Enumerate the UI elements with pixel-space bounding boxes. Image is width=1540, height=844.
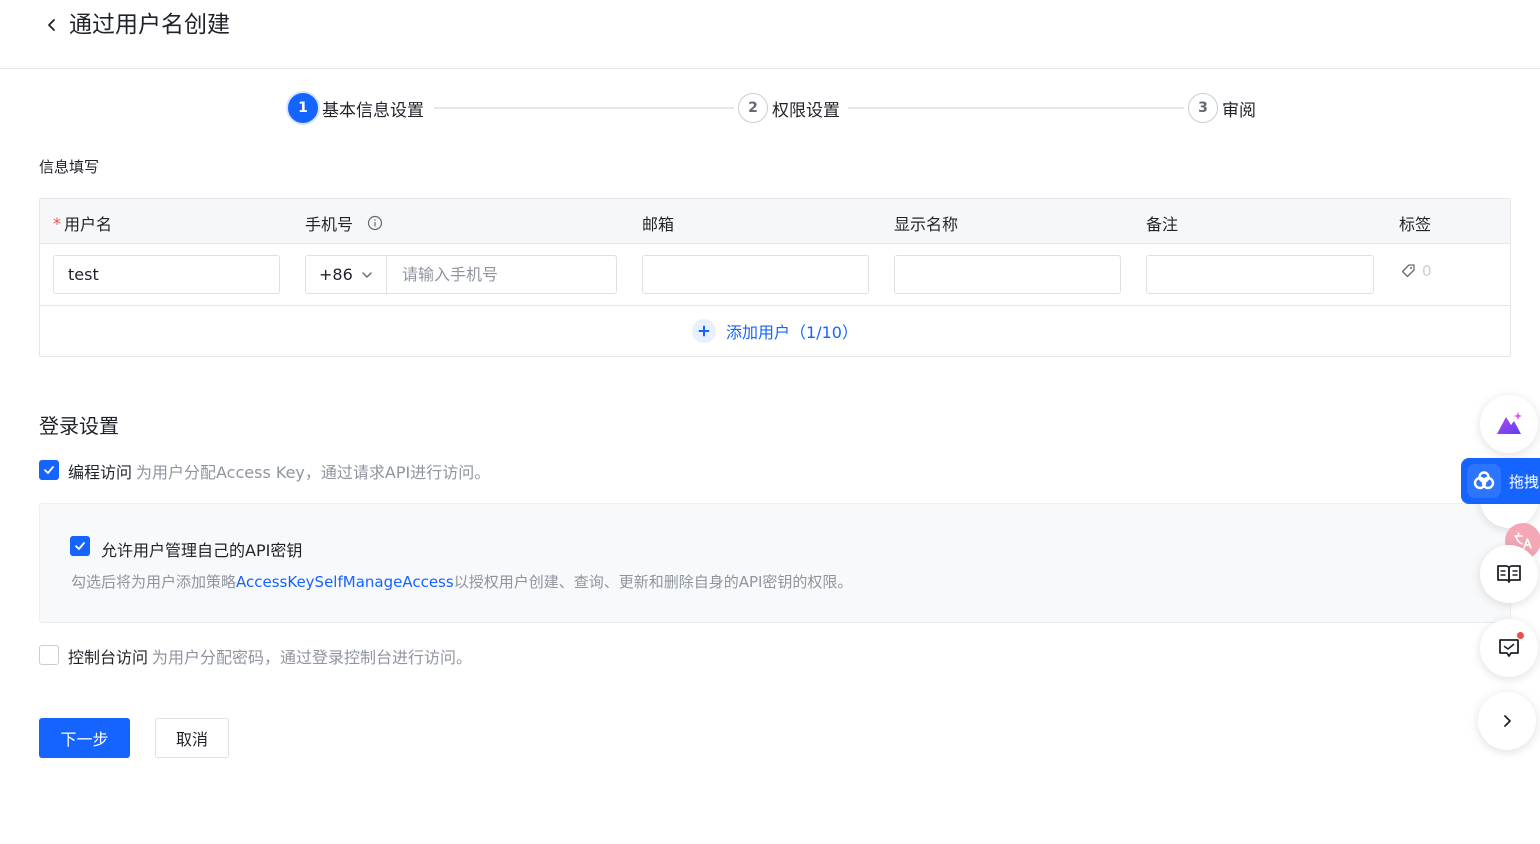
self-manage-key-title: 允许用户管理自己的API密钥 — [101, 541, 303, 560]
ai-assistant-icon — [1497, 412, 1522, 434]
docs-button[interactable] — [1480, 545, 1538, 603]
step-label: 权限设置 — [772, 100, 840, 121]
tag-icon — [1401, 264, 1415, 278]
step-label: 基本信息设置 — [322, 100, 424, 121]
column-remark: 备注 — [1146, 215, 1179, 234]
steps-bar: 1 基本信息设置 2 权限设置 3 审阅 — [288, 93, 1268, 125]
user-info-table: * 用户名 手机号 邮箱 显示名称 备注 标签 test +86 0 添加用户（… — [39, 198, 1511, 357]
step-permissions: 2 权限设置 — [738, 93, 840, 123]
policy-link[interactable]: AccessKeySelfManageAccess — [236, 573, 454, 591]
page-title: 通过用户名创建 — [69, 12, 230, 38]
console-access-option: 控制台访问 为用户分配密码，通过登录控制台进行访问。 — [68, 644, 472, 668]
add-user-button[interactable]: 添加用户（1/10） — [40, 305, 1510, 356]
drag-handle[interactable]: 拖拽 — [1461, 458, 1540, 504]
login-settings-title: 登录设置 — [39, 414, 119, 438]
self-manage-key-description: 勾选后将为用户添加策略AccessKeySelfManageAccess以授权用… — [71, 571, 852, 592]
option-title: 编程访问 — [68, 463, 133, 482]
tag-count: 0 — [1422, 262, 1432, 280]
cancel-button[interactable]: 取消 — [155, 718, 229, 758]
column-phone: 手机号 — [305, 211, 383, 235]
option-title: 控制台访问 — [68, 648, 149, 667]
feedback-button[interactable] — [1480, 619, 1538, 677]
step-number: 1 — [288, 93, 318, 123]
chevron-down-icon — [362, 271, 372, 278]
chevron-left-icon[interactable] — [42, 15, 62, 35]
remark-input[interactable] — [1146, 255, 1374, 294]
ai-assistant-button[interactable] — [1480, 395, 1538, 453]
column-label: 手机号 — [305, 215, 354, 234]
check-icon — [44, 466, 54, 474]
column-tags: 标签 — [1399, 215, 1432, 234]
check-icon — [75, 542, 85, 550]
column-email: 邮箱 — [642, 215, 675, 234]
programmatic-access-panel: 允许用户管理自己的API密钥 勾选后将为用户添加策略AccessKeySelfM… — [39, 503, 1511, 623]
drag-label: 拖拽 — [1509, 472, 1540, 491]
description-suffix: 以授权用户创建、查询、更新和删除自身的API密钥的权限。 — [453, 573, 853, 591]
step-number: 3 — [1188, 93, 1218, 123]
add-user-label: 添加用户（1/10） — [726, 323, 858, 342]
country-code-select[interactable]: +86 — [306, 256, 387, 293]
phone-field: +86 — [305, 255, 617, 294]
cloud-icon — [1467, 464, 1501, 498]
column-label: 用户名 — [64, 215, 113, 234]
tag-editor[interactable]: 0 — [1400, 262, 1432, 280]
console-access-checkbox[interactable] — [39, 645, 59, 665]
programmatic-access-option: 编程访问 为用户分配Access Key，通过请求API进行访问。 — [68, 459, 490, 483]
notification-badge — [1516, 631, 1525, 640]
display-name-input[interactable] — [894, 255, 1121, 294]
info-icon[interactable] — [367, 215, 383, 231]
self-manage-key-checkbox[interactable] — [70, 536, 90, 556]
description-prefix: 勾选后将为用户添加策略 — [71, 573, 237, 591]
page-header: 通过用户名创建 — [0, 0, 1540, 69]
next-button[interactable]: 下一步 — [39, 718, 130, 758]
option-description: 为用户分配密码，通过登录控制台进行访问。 — [152, 648, 473, 667]
required-mark: * — [53, 213, 61, 233]
country-code-value: +86 — [319, 265, 353, 284]
username-input[interactable]: test — [53, 255, 280, 294]
email-input[interactable] — [642, 255, 869, 294]
plus-icon — [692, 319, 717, 343]
step-label: 审阅 — [1222, 100, 1256, 121]
collapse-toolbar-button[interactable] — [1478, 692, 1536, 750]
phone-input[interactable] — [387, 256, 616, 293]
step-review: 3 审阅 — [1188, 93, 1256, 123]
step-connector — [848, 107, 1184, 109]
chevron-right-icon — [1504, 715, 1511, 727]
programmatic-access-checkbox[interactable] — [39, 460, 59, 480]
step-number: 2 — [738, 93, 768, 123]
column-display-name: 显示名称 — [894, 215, 959, 234]
option-description: 为用户分配Access Key，通过请求API进行访问。 — [136, 463, 491, 482]
table-header: * 用户名 手机号 邮箱 显示名称 备注 标签 — [40, 199, 1510, 244]
step-basic-info: 1 基本信息设置 — [288, 93, 424, 123]
book-icon — [1497, 565, 1521, 583]
step-connector — [434, 107, 734, 109]
info-section-title: 信息填写 — [39, 158, 100, 176]
column-username: * 用户名 — [53, 211, 112, 235]
